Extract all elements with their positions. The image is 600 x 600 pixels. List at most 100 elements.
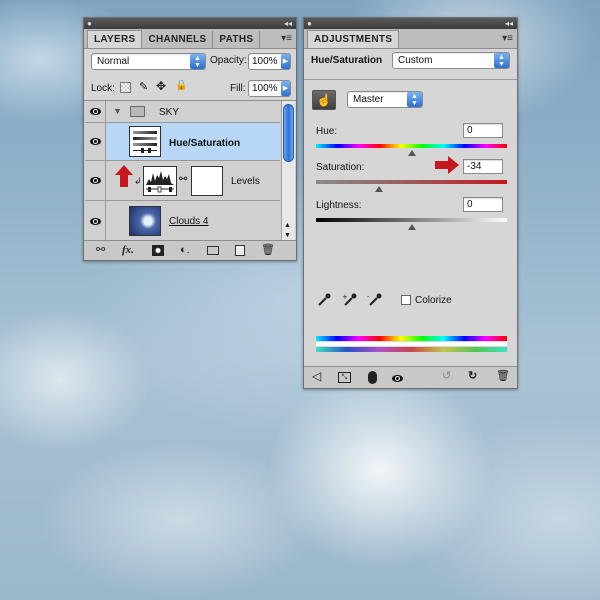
close-dot-icon[interactable]: ● (307, 18, 312, 29)
fill-arrow-icon: ▶ (281, 81, 290, 96)
fill-field[interactable]: 100% ▶ (248, 80, 291, 97)
reset-icon[interactable]: ↻ (468, 370, 477, 382)
new-layer-icon[interactable] (235, 245, 245, 256)
channel-select[interactable]: Master ▲ ▼ (347, 91, 423, 108)
scroll-down-icon[interactable]: ▼ (284, 232, 291, 239)
hue-label: Hue: (316, 126, 338, 137)
link-chain-icon[interactable]: ⚯ (179, 174, 187, 185)
layer-name-sky: SKY (159, 107, 180, 118)
adjustments-footer: ◁ ⤡ ↺ ↻ 🗑 (304, 366, 517, 388)
expand-view-icon[interactable]: ⤡ (338, 372, 351, 383)
separator (304, 79, 517, 80)
lock-brush-icon[interactable]: ✎ (139, 80, 148, 93)
visibility-eye-icon[interactable] (86, 161, 106, 200)
saturation-slider-thumb[interactable] (375, 186, 384, 192)
layers-list: ▼ SKY Hue/Saturation ↲ ⚯ Levels Clouds 4… (84, 100, 296, 240)
opacity-arrow-icon: ▶ (281, 54, 290, 69)
lock-all-icon[interactable]: 🔒 (175, 80, 187, 91)
folder-icon (130, 106, 145, 117)
layer-name-levels: Levels (231, 176, 260, 187)
preset-select[interactable]: Custom ▲ ▼ (392, 52, 510, 69)
adjustments-tabs: ADJUSTMENTS ▾≡ (304, 29, 517, 49)
layer-row-levels[interactable]: ↲ ⚯ Levels (85, 161, 280, 201)
hue-input[interactable]: 0 (463, 123, 503, 138)
levels-mask-thumbnail[interactable] (191, 166, 223, 196)
tab-channels[interactable]: CHANNELS (142, 31, 214, 48)
add-mask-icon[interactable] (152, 245, 164, 256)
saturation-label: Saturation: (316, 162, 365, 173)
lightness-label: Lightness: (316, 200, 362, 211)
visibility-eye-icon[interactable] (86, 123, 106, 160)
panel-menu-icon[interactable]: ▾≡ (281, 33, 292, 44)
collapse-icon[interactable]: ◂◂ (284, 18, 292, 29)
new-group-icon[interactable] (207, 246, 219, 255)
layer-row-hue-saturation[interactable]: Hue/Saturation (85, 123, 280, 161)
blend-mode-value: Normal (97, 56, 130, 67)
tab-layers[interactable]: LAYERS (87, 30, 143, 48)
scrollbar-thumb[interactable] (283, 104, 294, 162)
svg-text:-: - (367, 293, 370, 301)
preset-value: Custom (398, 55, 433, 66)
tab-adjustments[interactable]: ADJUSTMENTS (307, 30, 400, 48)
tab-paths[interactable]: PATHS (213, 31, 261, 48)
red-arrow-right-icon (435, 156, 459, 174)
opacity-value: 100% (252, 56, 278, 67)
targeted-adjust-hand-icon[interactable]: ☝ (312, 90, 336, 110)
layer-name-clouds-4: Clouds 4 (169, 216, 209, 227)
eyedropper-minus-icon[interactable]: - (367, 292, 383, 308)
layers-panel: ● ◂◂ LAYERS CHANNELS PATHS ▾≡ Normal ▲ ▼ … (83, 17, 297, 261)
adjustments-panel: ● ◂◂ ADJUSTMENTS ▾≡ Hue/Saturation Custo… (303, 17, 518, 389)
close-dot-icon[interactable]: ● (87, 18, 92, 29)
clip-to-layer-icon[interactable] (368, 371, 377, 384)
visibility-eye-icon[interactable] (392, 373, 403, 385)
visibility-eye-icon[interactable] (86, 201, 106, 240)
scroll-up-icon[interactable]: ▲ (284, 222, 291, 229)
eyedropper-icon[interactable] (316, 292, 332, 308)
layer-name-hue-saturation: Hue/Saturation (169, 138, 241, 149)
lightness-slider-thumb[interactable] (407, 224, 416, 230)
lock-transparent-icon[interactable] (120, 82, 131, 93)
red-arrow-up-icon (115, 165, 133, 187)
link-layers-icon[interactable]: ⚯ (96, 244, 105, 256)
fill-label: Fill: (230, 83, 246, 94)
collapse-icon[interactable]: ◂◂ (505, 18, 513, 29)
hue-slider-thumb[interactable] (407, 150, 416, 156)
layers-footer: ⚯ fx. ◐. 🗑 (84, 240, 296, 260)
hue-saturation-thumbnail-icon (129, 126, 161, 157)
layer-row-clouds-4[interactable]: Clouds 4 (85, 201, 280, 240)
saturation-input[interactable]: -34 (463, 159, 503, 174)
expand-triangle-icon[interactable]: ▼ (113, 106, 122, 116)
levels-thumbnail-icon (143, 166, 177, 196)
back-arrow-icon[interactable]: ◁ (312, 370, 321, 382)
lock-label: Lock: (91, 83, 115, 94)
view-previous-icon[interactable]: ↺ (442, 370, 451, 382)
trash-icon[interactable]: 🗑 (261, 244, 275, 256)
svg-text:+: + (342, 293, 348, 301)
panel-titlebar[interactable]: ● ◂◂ (304, 18, 517, 29)
visibility-eye-icon[interactable] (86, 101, 106, 122)
new-adjustment-icon[interactable]: ◐. (180, 244, 190, 256)
layers-tabs: LAYERS CHANNELS PATHS ▾≡ (84, 29, 296, 49)
colorize-checkbox[interactable] (401, 295, 411, 305)
chevron-updown-icon: ▲ ▼ (407, 92, 422, 107)
lock-move-icon[interactable]: ✥ (156, 79, 166, 93)
blend-mode-select[interactable]: Normal ▲ ▼ (91, 53, 206, 70)
channel-value: Master (353, 94, 384, 105)
panel-titlebar[interactable]: ● ◂◂ (84, 18, 296, 29)
opacity-field[interactable]: 100% ▶ (248, 53, 291, 70)
trash-icon[interactable]: 🗑 (496, 370, 510, 382)
fx-icon[interactable]: fx. (122, 244, 134, 256)
chevron-updown-icon: ▲ ▼ (190, 54, 205, 69)
input-spectrum-bar (316, 336, 507, 341)
lightness-input[interactable]: 0 (463, 197, 503, 212)
panel-menu-icon[interactable]: ▾≡ (502, 33, 513, 44)
opacity-label: Opacity: (210, 55, 247, 66)
layers-scrollbar[interactable]: ▲ ▼ (281, 101, 295, 240)
layer-row-sky-group[interactable]: ▼ SKY (85, 101, 280, 123)
saturation-slider-track[interactable] (316, 180, 507, 184)
clouds-thumbnail (129, 206, 161, 236)
lightness-slider-track[interactable] (316, 218, 507, 222)
eyedropper-plus-icon[interactable]: + (342, 292, 358, 308)
output-spectrum-bar (316, 347, 507, 352)
hue-slider-track[interactable] (316, 144, 507, 148)
